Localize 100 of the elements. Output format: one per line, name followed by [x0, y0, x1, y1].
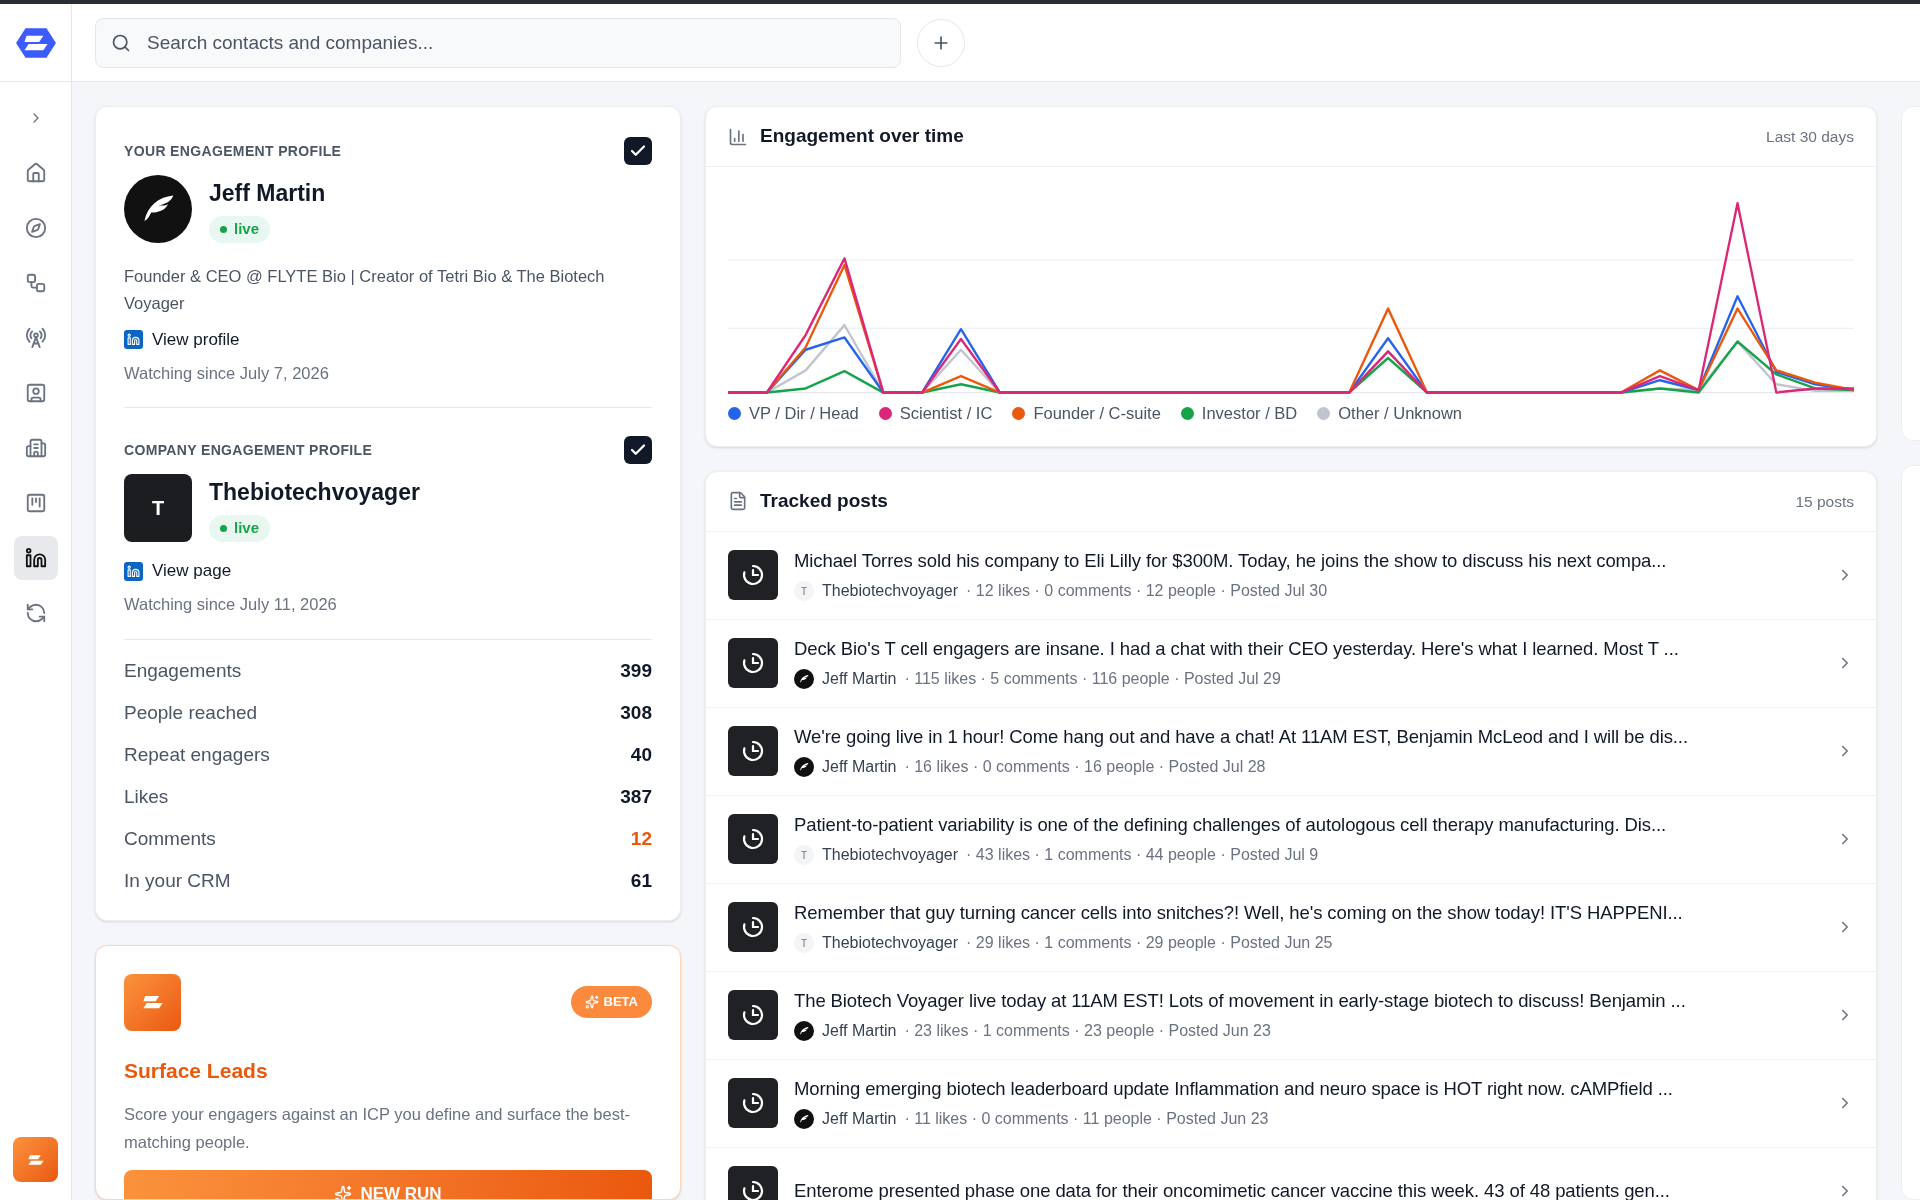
post-title: Patient-to-patient variability is one of the defining challenges of autologous cell therapy manufacturing. Dis... [794, 813, 1668, 838]
surface-leads-shortcut[interactable] [13, 1137, 58, 1182]
post-title: Morning emerging biotech leaderboard update Inflammation and neuro space is HOT right now. cAMPfield ... [794, 1077, 1674, 1102]
clock-icon [741, 1003, 765, 1028]
profile-link[interactable]: View page [152, 558, 232, 584]
author-avatar: T [794, 581, 814, 602]
post-author: Jeff Martin [822, 1021, 897, 1042]
clock-icon [741, 915, 765, 940]
stat-label: Likes [124, 785, 169, 810]
profile-name: Thebiotechvoyager [209, 477, 420, 507]
clock-icon [741, 1179, 765, 1200]
author-avatar-icon [794, 669, 814, 690]
post-author: Thebiotechvoyager [822, 933, 959, 954]
card-title: Tracked posts [760, 489, 888, 513]
checkbox[interactable] [624, 137, 652, 165]
stat-value: 40 [630, 743, 652, 768]
bar-chart-icon [728, 126, 748, 147]
post-author: Jeff Martin [822, 669, 897, 690]
stat-label: Repeat engagers [124, 743, 270, 768]
beta-badge: BETA [570, 986, 652, 1018]
section-heading: YOUR ENGAGEMENT PROFILE [124, 141, 342, 161]
kanban-icon [24, 492, 47, 514]
compass-icon [24, 217, 47, 239]
clock-icon [741, 827, 765, 852]
status-badge: live [209, 216, 271, 243]
post-author: Thebiotechvoyager [822, 845, 959, 866]
post-title: Michael Torres sold his company to Eli Lilly for $300M. Today, he joins the show to discuss his next compa... [794, 549, 1668, 574]
post-meta: · 115 likes · 5 comments · 116 people · Posted Jul 29 [904, 669, 1281, 690]
surface-leads-title: Surface Leads [124, 1057, 269, 1084]
contact-card-icon [24, 382, 47, 404]
legend-label: Other / Unknown [1338, 403, 1463, 424]
date-range: Last 30 days [1766, 126, 1854, 147]
post-title: We're going live in 1 hour! Come hang out and have a chat! At 11AM EST, Benjamin McLeod and I will be dis... [794, 725, 1689, 750]
post-meta: · 11 likes · 0 comments · 11 people · Posted Jun 23 [904, 1109, 1269, 1130]
status-badge: live [209, 515, 271, 542]
profile-link[interactable]: View profile [152, 327, 240, 353]
post-row[interactable]: Deck Bio's T cell engagers are insane. I had a chat with their CEO yesterday. Here's what I learned. Most T ... Jeff Martin · 115 likes · 5 comments · 116 people · Posted Jul 29 [706, 619, 1876, 708]
post-row[interactable]: We're going live in 1 hour! Come hang out and have a chat! At 11AM EST, Benjamin McLeod and I will be dis... Jeff Martin · 16 likes · 0 comments · 16 people · Posted Jul 28 [706, 707, 1876, 796]
author-avatar: T [794, 845, 814, 866]
card-title: Engagement over time [760, 124, 964, 149]
post-meta: · 29 likes · 1 comments · 29 people · Posted Jun 25 [966, 933, 1333, 954]
legend-label: Investor / BD [1201, 403, 1298, 424]
stat-label: Engagements [124, 659, 242, 684]
post-meta: · 16 likes · 0 comments · 16 people · Posted Jul 28 [904, 757, 1266, 778]
post-meta: · 43 likes · 1 comments · 44 people · Posted Jul 9 [966, 845, 1319, 866]
stat-value: 308 [620, 701, 652, 726]
post-count: 15 posts [1795, 491, 1854, 512]
section-heading: COMPANY ENGAGEMENT PROFILE [124, 440, 373, 460]
watching-since: Watching since July 11, 2026 [124, 593, 338, 615]
profile-name: Jeff Martin [209, 178, 326, 208]
avatar-icon [124, 175, 192, 243]
author-avatar-icon [794, 757, 814, 778]
legend-label: VP / Dir / Head [749, 403, 859, 424]
stat-label: People reached [124, 701, 258, 726]
stat-value: 61 [630, 869, 652, 894]
post-meta: · 23 likes · 1 comments · 23 people · Posted Jun 23 [904, 1021, 1271, 1042]
post-row[interactable]: The Biotech Voyager live today at 11AM EST! Lots of movement in early-stage biotech to discuss! Benjamin ... Jeff Martin · 23 likes · 1 comments · 23 people · Posted Jun 23 [706, 971, 1876, 1060]
app-logo [14, 25, 57, 60]
post-row[interactable]: Michael Torres sold his company to Eli Lilly for $300M. Today, he joins the show to discuss his next compa... T Thebiotechvoyager · 12 likes · 0 comments · 12 people · Posted Jul 30 [706, 531, 1876, 620]
clock-icon [741, 739, 765, 764]
linkedin-icon [124, 330, 143, 350]
workflow-icon [24, 272, 47, 294]
post-author: Jeff Martin [822, 1109, 897, 1130]
stat-value: 399 [620, 659, 652, 684]
post-title: The Biotech Voyager live today at 11AM EST! Lots of movement in early-stage biotech to discuss! Benjamin ... [794, 989, 1687, 1014]
company-avatar: T [124, 474, 192, 543]
stat-label: In your CRM [124, 869, 231, 894]
post-author: Thebiotechvoyager [822, 581, 959, 602]
broadcast-icon [24, 327, 47, 349]
post-author: Jeff Martin [822, 757, 897, 778]
clock-icon [741, 563, 765, 588]
legend-label: Scientist / IC [899, 403, 993, 424]
stat-label: Comments [124, 827, 216, 852]
author-avatar-icon [794, 1109, 814, 1130]
author-avatar-icon [794, 1021, 814, 1042]
post-row[interactable]: Patient-to-patient variability is one of the defining challenges of autologous cell therapy manufacturing. Dis... T Thebiotechvoyager · 43 likes · 1 comments · 44 people · Posted Jul 9 [706, 795, 1876, 884]
search-field[interactable]: Search contacts and companies... [95, 17, 901, 68]
post-meta: · 12 likes · 0 comments · 12 people · Posted Jul 30 [966, 581, 1328, 602]
home-icon [24, 162, 47, 184]
document-icon [728, 491, 748, 512]
checkbox[interactable] [624, 436, 652, 465]
watching-since: Watching since July 7, 2026 [124, 362, 330, 384]
surface-leads-description: Score your engagers against an ICP you define and surface the best-matching people. [124, 1104, 631, 1153]
search-icon [111, 32, 131, 53]
post-title: Remember that guy turning cancer cells into snitches?! Well, he's coming on the show today! IT'S HAPPENI... [794, 901, 1684, 926]
author-avatar: T [794, 933, 814, 954]
post-row[interactable]: Remember that guy turning cancer cells into snitches?! Well, he's coming on the show today! IT'S HAPPENI... T Thebiotechvoyager · 29 likes · 1 comments · 29 people · Posted Jun 25 [706, 883, 1876, 972]
linkedin-icon [124, 561, 143, 581]
legend-label: Founder / C-suite [1033, 403, 1161, 424]
profile-bio: Founder & CEO @ FLYTE Bio | Creator of Tetri Bio & The Biotech Voyager [124, 266, 606, 314]
building-icon [24, 437, 47, 459]
clock-icon [741, 1091, 765, 1116]
post-title: Deck Bio's T cell engagers are insane. I had a chat with their CEO yesterday. Here's what I learned. Most T ... [794, 637, 1680, 662]
stat-value: 387 [620, 785, 652, 810]
post-row[interactable]: Morning emerging biotech leaderboard update Inflammation and neuro space is HOT right now. cAMPfield ... Jeff Martin · 11 likes · 0 comments · 11 people · Posted Jun 23 [706, 1059, 1876, 1148]
sync-icon [24, 602, 47, 624]
stat-value: 12 [630, 827, 652, 852]
sidebar-item[interactable] [13, 536, 58, 580]
clock-icon [741, 651, 765, 676]
linkedin-icon [24, 547, 47, 569]
